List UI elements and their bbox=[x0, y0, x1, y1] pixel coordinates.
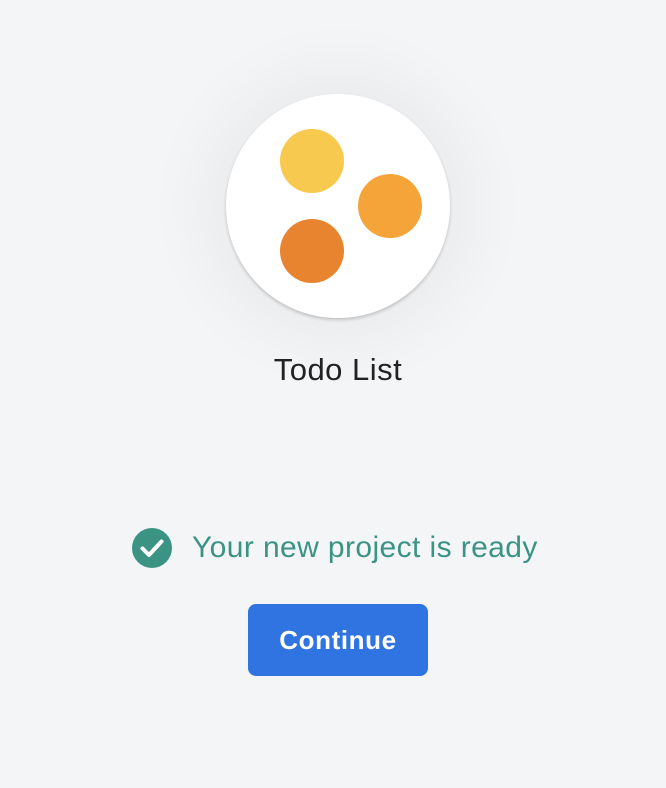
project-logo bbox=[226, 94, 450, 318]
logo-dot-yellow bbox=[280, 129, 344, 193]
status-text: Your new project is ready bbox=[192, 531, 538, 564]
continue-button[interactable]: Continue bbox=[248, 604, 428, 676]
logo-dot-dark-orange bbox=[280, 219, 344, 283]
project-ready-page: Todo List Your new project is ready Cont… bbox=[0, 0, 666, 788]
status-message: Your new project is ready bbox=[132, 528, 538, 568]
logo-dot-orange bbox=[358, 174, 422, 238]
check-circle-icon bbox=[132, 528, 172, 568]
project-name: Todo List bbox=[273, 352, 403, 387]
